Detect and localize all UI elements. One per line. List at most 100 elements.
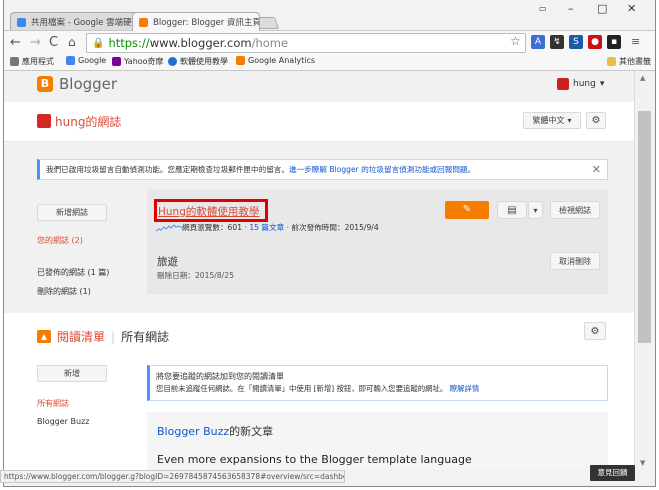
reload-icon[interactable]: C <box>49 35 58 50</box>
details-link[interactable]: 瞭解詳情 <box>450 384 480 393</box>
page-title[interactable]: hung的網誌 <box>55 113 121 130</box>
chevron-down-icon: ▾ <box>599 79 605 89</box>
reading-settings-button[interactable]: ⚙ <box>584 322 606 340</box>
reading-list-filter: 所有網誌 <box>121 330 170 344</box>
tab-label: Blogger: Blogger 資訊主頁 <box>153 18 260 28</box>
feed-panel: Blogger Buzz的新文章 Even more expansions to… <box>147 412 608 470</box>
feed-title: Blogger Buzz的新文章 <box>157 425 274 438</box>
bookmark-yahoo[interactable]: Yahoo奇摩 <box>112 56 164 67</box>
new-post-button[interactable]: ✎ <box>445 201 489 219</box>
home-icon[interactable]: ⌂ <box>68 35 76 49</box>
reading-list-title[interactable]: 閱讀清單 <box>57 328 105 345</box>
sidebar-published-blogs[interactable]: 已發佈的網誌 (1 篇) <box>37 267 109 278</box>
status-bar-url: https://www.blogger.com/blogger.g?blogID… <box>0 470 345 483</box>
bookmark-analytics[interactable]: Google Analytics <box>236 56 315 65</box>
more-dropdown-button[interactable]: ▾ <box>528 201 543 219</box>
tutorial-icon <box>168 57 177 66</box>
adblock-icon[interactable]: ● <box>588 35 602 49</box>
drive-icon <box>17 17 26 27</box>
pageview-sparkline <box>156 224 182 232</box>
document-icon: ▤ <box>507 204 517 216</box>
sidebar-deleted-blogs[interactable]: 刪除的網誌 (1) <box>37 286 91 297</box>
bookmark-google[interactable]: Google <box>66 56 106 65</box>
collapse-icon[interactable]: ▲ <box>37 330 51 343</box>
sidebar-all-blogs[interactable]: 所有網誌 <box>37 398 69 409</box>
reading-list-header: ▲ 閱讀清單 | 所有網誌 <box>37 328 169 345</box>
scroll-down-icon[interactable]: ▼ <box>640 459 645 467</box>
chevron-down-icon: ▾ <box>533 205 538 215</box>
menu-icon[interactable]: ≡ <box>631 35 640 48</box>
scrollbar-thumb[interactable] <box>638 111 651 343</box>
avatar <box>557 78 569 90</box>
reading-list-section: ▲ 閱讀清單 | 所有網誌 ⚙ 新增 所有網誌 Blogger Buzz 將您要… <box>4 313 634 470</box>
learn-more-link[interactable]: 進一步瞭解 Blogger 的垃圾留言偵測功能或回報問題。 <box>289 165 475 174</box>
feedback-button[interactable]: 意見回饋 <box>590 465 635 481</box>
scrollbar[interactable]: ▲ ▼ <box>634 71 655 470</box>
blog-bar: hung的網誌 繁體中文 ▾ ⚙ <box>4 102 634 142</box>
star-icon[interactable]: ☆ <box>510 34 521 48</box>
new-blog-button[interactable]: 新增網誌 <box>37 204 107 221</box>
blogger-header: B Blogger hung ▾ <box>4 71 634 102</box>
deleted-date: 刪除日期：2015/8/25 <box>157 271 234 280</box>
bookmark-other[interactable]: 其他書籤 <box>607 56 651 67</box>
translate-icon[interactable]: A <box>531 35 545 49</box>
folder-icon <box>607 57 616 66</box>
forward-icon[interactable]: → <box>30 35 41 50</box>
extension-icon[interactable]: ↯ <box>550 35 564 49</box>
bookmark-tutorial[interactable]: 軟體使用教學 <box>168 56 228 67</box>
title-bar: 共用檔案 - Google 雲端硬碟 ✕ Blogger: Blogger 資訊… <box>4 0 655 31</box>
reading-callout: 將您要追蹤的網誌加到您的閱讀清單 您目前未追蹤任何網誌。在「閱讀清單」中使用 [… <box>147 365 608 401</box>
add-blog-button[interactable]: 新增 <box>37 365 107 382</box>
yahoo-icon <box>112 57 121 66</box>
gear-icon: ⚙ <box>591 115 601 126</box>
analytics-icon <box>236 56 245 65</box>
deleted-blog-name: 旅遊 <box>157 256 178 268</box>
url-path: /home <box>251 36 289 50</box>
tab-label: 共用檔案 - Google 雲端硬碟 <box>31 18 138 28</box>
posts-link[interactable]: 15 篇文章 <box>249 223 284 232</box>
bookmarks-bar: 應用程式 Google Yahoo奇摩 軟體使用教學 Google Analyt… <box>4 54 655 71</box>
feed-title-link[interactable]: Blogger Buzz <box>157 425 229 438</box>
scroll-up-icon[interactable]: ▲ <box>640 74 645 82</box>
address-bar[interactable]: 🔒 https://www.blogger.com/home <box>86 33 526 53</box>
minimize-button[interactable]: – <box>568 2 574 15</box>
chevron-down-icon: ▾ <box>567 116 572 125</box>
undelete-button[interactable]: 取消刪除 <box>550 252 600 270</box>
blog-avatar <box>37 114 51 128</box>
window-close-button[interactable]: ✕ <box>627 2 636 15</box>
page-content: B Blogger hung ▾ hung的網誌 繁體中文 ▾ ⚙ 我們已啟用垃圾… <box>4 71 655 470</box>
sidebar-your-blogs[interactable]: 您的網誌 (2) <box>37 235 83 246</box>
google-icon <box>66 56 75 65</box>
language-select[interactable]: 繁體中文 ▾ <box>523 112 581 129</box>
url-host: www.blogger.com <box>149 36 252 50</box>
callout-title: 將您要追蹤的網誌加到您的閱讀清單 <box>156 372 284 381</box>
view-blog-button[interactable]: 檢視網誌 <box>550 201 600 219</box>
username: hung <box>573 79 596 89</box>
blog-stats: 網頁瀏覽數：601 · 15 篇文章 · 前次發佈時間：2015/9/4 <box>182 223 379 232</box>
url-scheme: https:// <box>108 36 150 50</box>
gear-icon: ⚙ <box>590 325 600 337</box>
spam-notice: 我們已啟用垃圾留言自動偵測功能。您應定期檢查垃圾郵件匣中的留言。進一步瞭解 Bl… <box>37 159 608 180</box>
tab-drive[interactable]: 共用檔案 - Google 雲端硬碟 ✕ <box>10 12 138 31</box>
lock-icon: 🔒 <box>92 37 105 49</box>
maximize-button[interactable]: □ <box>597 2 607 15</box>
browser-toolbar: ← → C ⌂ 🔒 https://www.blogger.com/home ☆… <box>4 30 655 54</box>
feed-post-title[interactable]: Even more expansions to the Blogger temp… <box>157 453 472 466</box>
blog-title-link[interactable]: Hung的軟體使用教學 <box>158 204 259 219</box>
account-menu[interactable]: hung ▾ <box>557 78 604 90</box>
brand-name: Blogger <box>59 75 118 93</box>
apps-icon <box>10 57 19 66</box>
user-switch-icon[interactable]: ▭ <box>539 4 547 13</box>
tab-blogger[interactable]: Blogger: Blogger 資訊主頁 ✕ <box>132 12 260 31</box>
dark-extension-icon[interactable]: ▪ <box>607 35 621 49</box>
back-icon[interactable]: ← <box>10 35 21 50</box>
blogger-logo-icon[interactable]: B <box>37 76 53 92</box>
sidebar-blogger-buzz[interactable]: Blogger Buzz <box>37 417 89 426</box>
blogger-icon <box>139 17 148 27</box>
browser-window: 共用檔案 - Google 雲端硬碟 ✕ Blogger: Blogger 資訊… <box>3 0 656 487</box>
bookmark-apps[interactable]: 應用程式 <box>10 56 54 67</box>
close-icon[interactable]: ✕ <box>592 160 601 179</box>
s-extension-icon[interactable]: S <box>569 35 583 49</box>
settings-gear-button[interactable]: ⚙ <box>586 112 606 129</box>
posts-list-button[interactable]: ▤ <box>497 201 527 219</box>
